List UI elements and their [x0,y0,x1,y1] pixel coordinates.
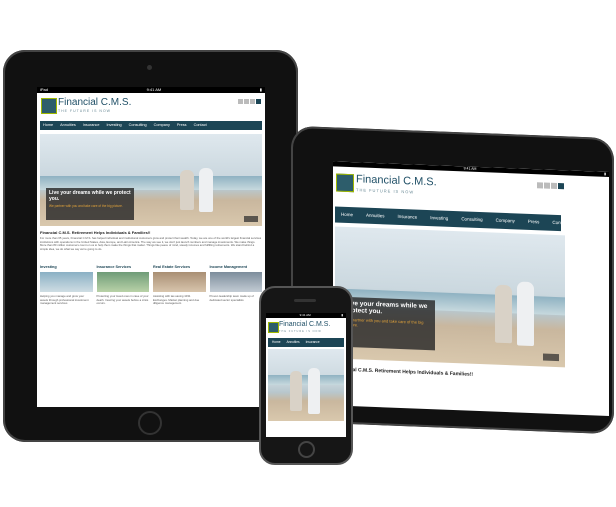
woman-figure [517,281,534,347]
column-text: Proven leadership team made up of dedica… [209,294,254,302]
brand-name[interactable]: Financial C.M.S. [279,321,330,328]
ipad-portrait-device: iPad 9:41 AM ▮ Financial C.M.S. THE FUTU… [3,50,298,442]
home-button[interactable] [298,441,315,458]
hero-banner [268,349,344,421]
nav-company[interactable]: Company [154,121,170,130]
column-image [209,272,262,292]
slider-controls[interactable] [543,353,559,362]
linkedin-icon[interactable] [551,182,557,190]
twitter-icon[interactable] [244,99,249,104]
brand-tagline: THE FUTURE IS NOW [58,109,111,113]
brand-name[interactable]: Financial C.M.S. [58,97,131,108]
nav-investing[interactable]: Investing [106,121,121,130]
column-title: Investing [40,265,57,269]
front-camera [147,65,152,70]
main-nav: Home Annuities Insurance [268,338,344,347]
man-figure [290,371,302,411]
column-insurance[interactable]: Insurance Services Protecting your loved… [96,265,149,306]
man-figure [180,170,194,210]
nav-company[interactable]: Company [496,213,515,230]
hero-caption: Live your dreams while we protect you. [345,299,428,316]
brand-name[interactable]: Financial C.M.S. [356,173,437,188]
logo-icon[interactable] [41,98,57,114]
column-title: Real Estate Services [153,265,191,269]
nav-investing[interactable]: Investing [430,210,448,227]
nav-home[interactable]: Home [341,207,353,223]
earpiece [294,299,316,302]
main-nav: Home Annuities Insurance Investing Consu… [40,121,262,130]
intro-section: Financial C.M.S. Retirement Helps Indivi… [37,226,265,259]
hero-banner: Live your dreams while we protect you. W… [335,226,565,368]
site-header: Financial C.M.S. THE FUTURE IS NOW [37,93,265,121]
nav-insurance[interactable]: Insurance [306,338,320,347]
column-text: Protecting your loved ones in case of yo… [96,294,149,305]
column-image [96,272,149,292]
column-title: Insurance Services [96,265,132,269]
linkedin-icon[interactable] [250,99,255,104]
ipad-portrait-screen: iPad 9:41 AM ▮ Financial C.M.S. THE FUTU… [37,87,265,407]
column-title: Income Management [209,265,248,269]
social-links [238,99,261,104]
iphone-device: 9:41 AM ▮ Financial C.M.S. THE FUTURE IS… [259,286,353,465]
brand-tagline: THE FUTURE IS NOW [279,330,322,333]
column-image [153,272,206,292]
column-investing[interactable]: Investing Helping you manage and grow yo… [40,265,93,306]
nav-insurance[interactable]: Insurance [83,121,100,130]
column-text: Helping you manage and grow your assets … [40,294,89,305]
nav-home[interactable]: Home [272,338,281,347]
column-income[interactable]: Income Management Proven leadership team… [209,265,262,306]
nav-annuities[interactable]: Annuities [287,338,300,347]
facebook-icon[interactable] [238,99,243,104]
nav-consulting[interactable]: Consulting [129,121,147,130]
brand-tagline: THE FUTURE IS NOW [356,187,415,195]
nav-home[interactable]: Home [43,121,53,130]
woman-figure [308,368,320,414]
iphone-screen: 9:41 AM ▮ Financial C.M.S. THE FUTURE IS… [266,313,346,437]
hero-banner: Live your dreams while we protect you. W… [40,134,262,226]
man-figure [495,284,512,344]
nav-contact[interactable]: Contact [552,215,568,232]
nav-annuities[interactable]: Annuities [366,208,385,225]
nav-annuities[interactable]: Annuities [60,121,76,130]
hero-subcaption: We partner with you and take care of the… [345,317,424,328]
intro-text: For more than 65 years, Financial C.M.S.… [40,237,262,251]
ipad-landscape-screen: 9:41 AM ▮ Financial C.M.S. THE FUTURE IS… [333,161,609,417]
service-columns: Investing Helping you manage and grow yo… [37,259,265,306]
logo-icon[interactable] [336,173,354,193]
site-header: Financial C.M.S. THE FUTURE IS NOW [266,318,346,338]
nav-press[interactable]: Press [177,121,187,130]
email-icon[interactable] [558,183,564,190]
hero-caption: Live your dreams while we protect you. [49,190,131,202]
hero-subcaption: We partner with you and take care of the… [49,204,123,208]
hero-caption-box: Live your dreams while we protect you. W… [46,188,134,220]
email-icon[interactable] [256,99,261,104]
logo-icon[interactable] [268,322,279,333]
nav-consulting[interactable]: Consulting [461,211,482,228]
page-headline: Financial C.M.S. Retirement Helps Indivi… [40,230,151,235]
hero-caption-box: Live your dreams while we protect you. W… [341,296,435,351]
woman-figure [199,168,213,212]
twitter-icon[interactable] [544,182,550,189]
social-links [537,182,564,190]
sea-area [268,375,344,385]
home-button[interactable] [138,411,162,435]
nav-press[interactable]: Press [528,214,540,230]
column-text: Assisting with tax-saving 1031 Exchanges… [153,294,200,305]
nav-insurance[interactable]: Insurance [398,209,418,226]
column-real-estate[interactable]: Real Estate Services Assisting with tax-… [153,265,206,306]
slider-controls[interactable] [244,216,258,222]
column-image [40,272,93,292]
facebook-icon[interactable] [537,182,543,189]
nav-contact[interactable]: Contact [194,121,207,130]
